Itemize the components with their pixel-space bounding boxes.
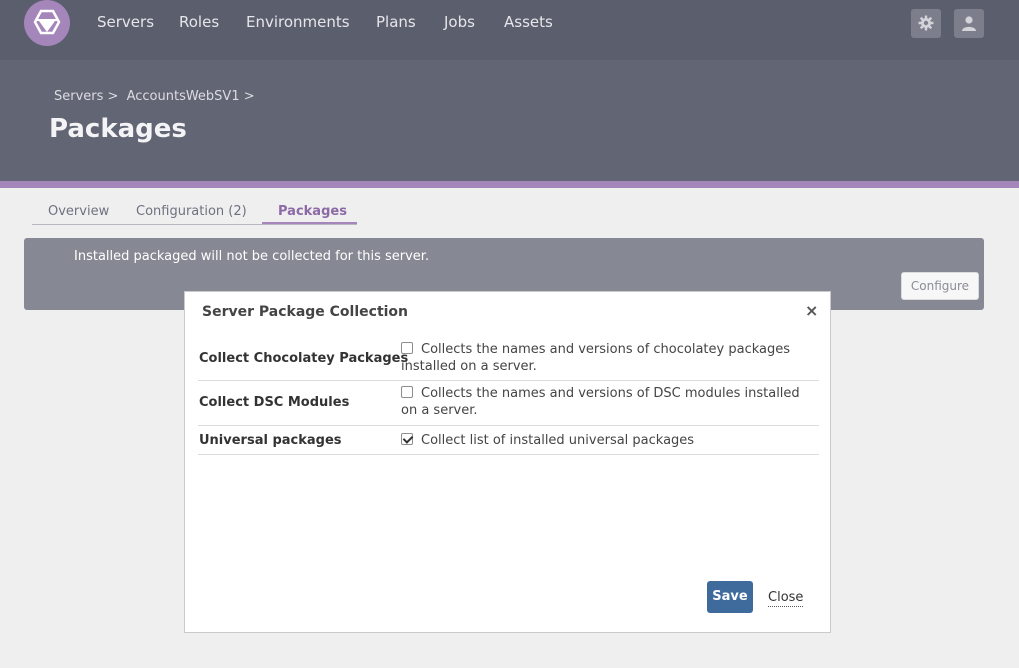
option-label: Universal packages bbox=[199, 433, 342, 448]
option-description: Collects the names and versions of choco… bbox=[401, 341, 811, 375]
option-row-universal: Universal packages Collect list of insta… bbox=[198, 426, 819, 455]
tab-configuration[interactable]: Configuration (2) bbox=[136, 203, 247, 221]
app-logo[interactable] bbox=[24, 0, 70, 46]
breadcrumb-server-name[interactable]: AccountsWebSV1 > bbox=[127, 89, 255, 104]
save-button[interactable]: Save bbox=[707, 581, 753, 613]
breadcrumb-servers[interactable]: Servers > bbox=[54, 89, 118, 104]
nav-assets[interactable]: Assets bbox=[504, 12, 553, 32]
nav-environments[interactable]: Environments bbox=[246, 12, 350, 32]
option-label: Collect Chocolatey Packages bbox=[199, 351, 409, 366]
gear-icon bbox=[918, 15, 934, 31]
nav-roles[interactable]: Roles bbox=[179, 12, 219, 32]
option-row-chocolatey: Collect Chocolatey Packages Collects the… bbox=[198, 337, 819, 381]
close-icon[interactable]: × bbox=[805, 301, 818, 321]
nav-servers[interactable]: Servers bbox=[97, 12, 154, 32]
option-description-text: Collects the names and versions of DSC m… bbox=[401, 386, 800, 418]
chocolatey-checkbox[interactable] bbox=[401, 342, 413, 354]
info-message: Installed packaged will not be collected… bbox=[74, 249, 430, 264]
header-accent-bar bbox=[0, 181, 1019, 188]
package-collection-dialog: Server Package Collection × Collect Choc… bbox=[184, 291, 831, 633]
option-description: Collects the names and versions of DSC m… bbox=[401, 385, 811, 419]
option-label: Collect DSC Modules bbox=[199, 395, 350, 410]
tab-packages[interactable]: Packages bbox=[278, 203, 347, 221]
universal-checkbox[interactable] bbox=[401, 433, 413, 445]
top-navbar: Servers Roles Environments Plans Jobs As… bbox=[0, 0, 1019, 60]
close-button[interactable]: Close bbox=[768, 589, 804, 607]
logo-icon bbox=[33, 9, 61, 35]
option-row-dsc: Collect DSC Modules Collects the names a… bbox=[198, 381, 819, 426]
option-description: Collect list of installed universal pack… bbox=[401, 432, 811, 449]
page-title: Packages bbox=[49, 114, 187, 144]
tab-overview[interactable]: Overview bbox=[48, 203, 109, 221]
breadcrumb: Servers > AccountsWebSV1 > bbox=[54, 88, 259, 106]
user-menu-button[interactable] bbox=[954, 9, 984, 38]
nav-jobs[interactable]: Jobs bbox=[444, 12, 475, 32]
dialog-title: Server Package Collection bbox=[202, 304, 409, 320]
option-description-text: Collect list of installed universal pack… bbox=[421, 433, 695, 448]
settings-button[interactable] bbox=[911, 9, 941, 38]
dsc-checkbox[interactable] bbox=[401, 386, 413, 398]
user-icon bbox=[962, 16, 976, 31]
tab-bar: Overview Configuration (2) Packages bbox=[32, 203, 357, 225]
nav-plans[interactable]: Plans bbox=[376, 12, 416, 32]
active-tab-indicator bbox=[262, 222, 357, 224]
configure-button[interactable]: Configure bbox=[901, 272, 979, 300]
option-description-text: Collects the names and versions of choco… bbox=[401, 342, 791, 374]
